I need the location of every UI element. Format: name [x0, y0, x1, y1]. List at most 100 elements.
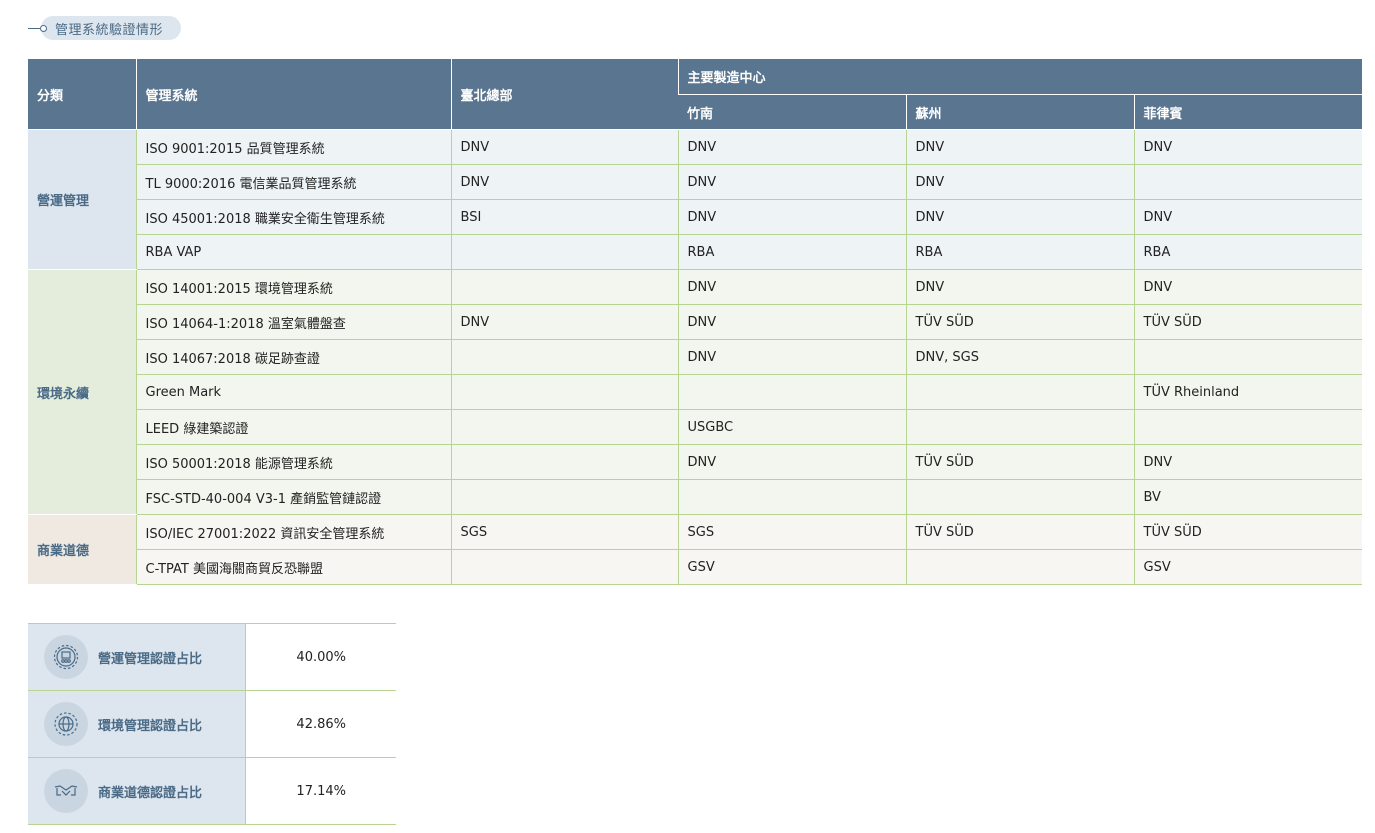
hq-cert-cell: DNV [450, 164, 678, 200]
hq-cert-cell [450, 234, 678, 270]
header-category: 分類 [28, 59, 136, 130]
ratio-value: 42.86% [245, 690, 396, 758]
suzhou-cert-cell: TÜV SÜD [905, 304, 1134, 340]
table-row: ISO 45001:2018 職業安全衛生管理系統 BSI DNV DNV DNV [28, 199, 1362, 235]
header-hsinchu: 竹南 [678, 94, 906, 130]
hsinchu-cert-cell: USGBC [677, 409, 906, 445]
category-cell: 營運管理 [28, 129, 136, 270]
system-cell: ISO 50001:2018 能源管理系統 [135, 444, 451, 480]
hq-cert-cell [450, 409, 678, 445]
category-cell: 環境永續 [28, 269, 136, 515]
ratio-value: 40.00% [245, 623, 396, 691]
suzhou-cert-cell [905, 549, 1134, 585]
suzhou-cert-cell: TÜV SÜD [905, 444, 1134, 480]
system-cell: ISO 9001:2015 品質管理系統 [135, 129, 451, 165]
philippines-cert-cell: TÜV SÜD [1133, 514, 1362, 550]
environment-globe-icon [44, 702, 88, 746]
table-row: TL 9000:2016 電信業品質管理系統 DNV DNV DNV [28, 164, 1362, 200]
philippines-cert-cell: DNV [1133, 444, 1362, 480]
ratio-label-cell: 營運管理認證占比 [28, 623, 246, 691]
header-suzhou: 蘇州 [905, 94, 1134, 130]
ratio-label-cell: 環境管理認證占比 [28, 690, 246, 758]
handshake-icon [44, 769, 88, 813]
title-line-decoration [28, 27, 40, 29]
philippines-cert-cell [1133, 339, 1362, 375]
ratio-row: 營運管理認證占比 40.00% [28, 623, 396, 691]
system-cell: ISO 14067:2018 碳足跡查證 [135, 339, 451, 375]
ratio-row: 商業道德認證占比 17.14% [28, 757, 396, 825]
hsinchu-cert-cell: RBA [677, 234, 906, 270]
suzhou-cert-cell [905, 374, 1134, 410]
system-cell: Green Mark [135, 374, 451, 410]
philippines-cert-cell: BV [1133, 479, 1362, 515]
system-cell: ISO 45001:2018 職業安全衛生管理系統 [135, 199, 451, 235]
table-row: RBA VAP RBA RBA RBA [28, 234, 1362, 270]
hsinchu-cert-cell: DNV [677, 304, 906, 340]
operations-management-icon [44, 635, 88, 679]
ratio-label: 環境管理認證占比 [98, 718, 203, 734]
table-row: C-TPAT 美國海關商貿反恐聯盟 GSV GSV [28, 549, 1362, 585]
suzhou-cert-cell: DNV [905, 199, 1134, 235]
hsinchu-cert-cell: DNV [677, 129, 906, 165]
hq-cert-cell [450, 444, 678, 480]
hsinchu-cert-cell: GSV [677, 549, 906, 585]
table-row: 商業道德 ISO/IEC 27001:2022 資訊安全管理系統 SGS SGS TÜV… [28, 514, 1362, 585]
suzhou-cert-cell: RBA [905, 234, 1134, 270]
suzhou-cert-cell: DNV [905, 129, 1134, 165]
ratio-row: 環境管理認證占比 42.86% [28, 690, 396, 758]
hq-cert-cell: DNV [450, 129, 678, 165]
header-philippines: 菲律賓 [1133, 94, 1362, 130]
table-row: ISO 14067:2018 碳足跡查證 DNV DNV, SGS [28, 339, 1362, 375]
title-dot-decoration [40, 24, 47, 32]
system-cell: ISO 14064-1:2018 溫室氣體盤查 [135, 304, 451, 340]
certification-table: 分類 管理系統 臺北總部 主要製造中心 竹南 蘇州 菲律賓 營運管理 ISO 90… [28, 59, 1362, 585]
system-cell: RBA VAP [135, 234, 451, 270]
table-row: 營運管理 ISO 9001:2015 品質管理系統 DNV DNV DNV DNV [28, 129, 1362, 270]
hq-cert-cell [450, 339, 678, 375]
ratio-label: 商業道德認證占比 [98, 785, 203, 801]
system-cell: TL 9000:2016 電信業品質管理系統 [135, 164, 451, 200]
system-cell: FSC-STD-40-004 V3-1 產銷監管鏈認證 [135, 479, 451, 515]
philippines-cert-cell: DNV [1133, 269, 1362, 305]
ratio-label-cell: 商業道德認證占比 [28, 757, 246, 825]
hsinchu-cert-cell: DNV [677, 339, 906, 375]
system-cell: ISO/IEC 27001:2022 資訊安全管理系統 [135, 514, 451, 550]
hq-cert-cell [450, 549, 678, 585]
hsinchu-cert-cell [677, 374, 906, 410]
table-row: LEED 綠建築認證 USGBC [28, 409, 1362, 445]
section-title-text: 管理系統驗證情形 [41, 16, 182, 40]
hq-cert-cell [450, 374, 678, 410]
header-mfg-centers: 主要製造中心 [677, 59, 1362, 95]
table-row: Green Mark TÜV Rheinland [28, 374, 1362, 410]
table-row: ISO 50001:2018 能源管理系統 DNV TÜV SÜD DNV [28, 444, 1362, 480]
suzhou-cert-cell: DNV [905, 269, 1134, 305]
hq-cert-cell: BSI [450, 199, 678, 235]
suzhou-cert-cell: DNV [905, 164, 1134, 200]
philippines-cert-cell: RBA [1133, 234, 1362, 270]
suzhou-cert-cell [905, 479, 1134, 515]
philippines-cert-cell [1133, 164, 1362, 200]
hsinchu-cert-cell: DNV [677, 164, 906, 200]
philippines-cert-cell: GSV [1133, 549, 1362, 585]
category-cell: 商業道德 [28, 514, 136, 585]
philippines-cert-cell: TÜV SÜD [1133, 304, 1362, 340]
ratio-value: 17.14% [245, 757, 396, 825]
hsinchu-cert-cell: DNV [677, 444, 906, 480]
table-row: ISO 14064-1:2018 溫室氣體盤查 DNV DNV TÜV SÜD TÜV … [28, 304, 1362, 340]
ratio-label: 營運管理認證占比 [98, 651, 203, 667]
section-title: 管理系統驗證情形 [28, 16, 182, 40]
hsinchu-cert-cell: DNV [677, 269, 906, 305]
hq-cert-cell: DNV [450, 304, 678, 340]
system-cell: LEED 綠建築認證 [135, 409, 451, 445]
philippines-cert-cell [1133, 409, 1362, 445]
header-system: 管理系統 [135, 59, 451, 130]
hsinchu-cert-cell [677, 479, 906, 515]
table-row: FSC-STD-40-004 V3-1 產銷監管鏈認證 BV [28, 479, 1362, 515]
philippines-cert-cell: DNV [1133, 129, 1362, 165]
philippines-cert-cell: TÜV Rheinland [1133, 374, 1362, 410]
certification-ratio-table: 營運管理認證占比 40.00% 環境管理認證占比 42.86% 商業道德認證占比… [28, 623, 396, 825]
hsinchu-cert-cell: SGS [677, 514, 906, 550]
philippines-cert-cell: DNV [1133, 199, 1362, 235]
hsinchu-cert-cell: DNV [677, 199, 906, 235]
hq-cert-cell [450, 479, 678, 515]
